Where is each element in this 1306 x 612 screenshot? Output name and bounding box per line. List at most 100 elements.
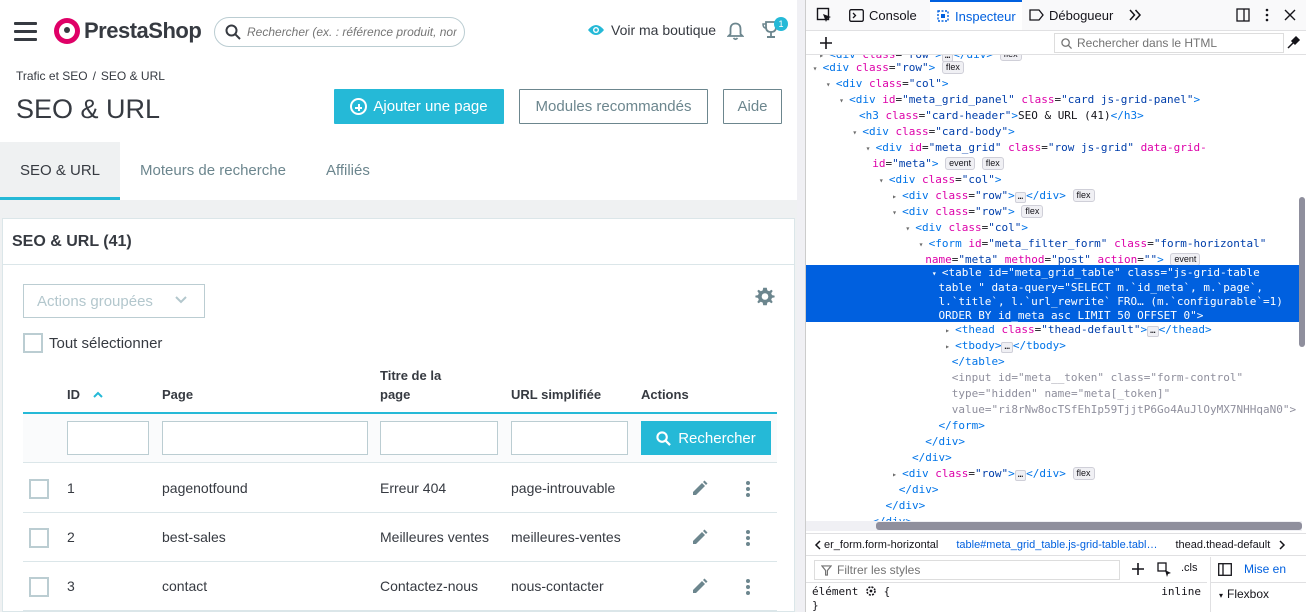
markup-line[interactable]: ▾ <div class="card-body"> (806, 124, 1302, 140)
admin-search-input[interactable] (247, 25, 457, 39)
markup-line[interactable]: ▸<div class="row">…</div> flex (806, 466, 1302, 482)
tab-inspector[interactable]: Inspecteur (930, 0, 1022, 30)
more-tools-chevron-icon[interactable] (1128, 0, 1142, 30)
markup-line[interactable]: </div> (806, 434, 1302, 450)
breadcrumb-node-form[interactable]: er_form.form-horizontal (824, 539, 938, 551)
table-row[interactable]: 2 best-sales Meilleures ventes meilleure… (23, 513, 777, 562)
gear-icon[interactable] (755, 287, 775, 312)
markup-line[interactable]: </div> (806, 450, 1302, 466)
more-vertical-icon[interactable] (744, 578, 752, 596)
markup-line[interactable]: ▾ <div class="row"> flex (806, 60, 1302, 76)
filter-page-input[interactable] (162, 421, 368, 455)
column-header-id[interactable]: ID (67, 385, 104, 404)
markup-line[interactable]: ▾ <div class="col"> (806, 220, 1302, 236)
filter-title-input[interactable] (380, 421, 498, 455)
more-vertical-icon[interactable] (744, 480, 752, 498)
search-button[interactable]: Rechercher (641, 421, 771, 455)
markup-line[interactable]: ▾ <div class="row"> flex (806, 204, 1302, 220)
markup-line[interactable]: ▾ <div id="meta_grid" class="row js-grid"… (806, 140, 1302, 156)
tab-affiliates[interactable]: Affiliés (306, 142, 390, 200)
breadcrumb-node-table[interactable]: table#meta_grid_table.js-grid-table.tabl… (956, 539, 1157, 551)
sort-ascending-icon[interactable] (92, 391, 104, 399)
chevron-left-icon[interactable] (814, 539, 822, 550)
tab-debugger[interactable]: Débogueur (1029, 0, 1113, 30)
admin-search-box[interactable] (214, 17, 465, 47)
column-header-page[interactable]: Page (162, 385, 193, 404)
table-row[interactable]: 1 pagenotfound Erreur 404 page-introuvab… (23, 464, 777, 513)
tab-search-engines[interactable]: Moteurs de recherche (120, 142, 306, 200)
cls-toggle[interactable]: .cls (1181, 562, 1198, 574)
markup-line[interactable]: </div> (806, 514, 1302, 521)
markup-line[interactable]: ▾ <div id="meta_grid_panel" class="card j… (806, 92, 1302, 108)
markup-line[interactable]: type="hidden" name="meta[_token]" (806, 386, 1302, 402)
markup-line[interactable]: ▾ <div class="col"> (806, 76, 1302, 92)
toggle-pseudo-classes-icon[interactable] (1157, 562, 1173, 578)
markup-line[interactable]: ▾ <div class="col"> (806, 172, 1302, 188)
markup-line[interactable]: id="meta"> event flex (806, 156, 1302, 172)
markup-line[interactable]: value="ri8rNw8ocTSfEhIp59TjjtP6Go4AuJlOy… (806, 402, 1302, 418)
markup-vertical-scrollbar[interactable] (1297, 55, 1306, 521)
markup-line[interactable]: ▾ <form id="meta_filter_form" class="form… (806, 236, 1302, 252)
filter-styles-box[interactable]: Filtrer les styles (814, 560, 1120, 580)
markup-line[interactable]: </form> (806, 418, 1302, 434)
menu-hamburger-icon[interactable] (14, 22, 37, 41)
element-picker-icon[interactable] (816, 0, 838, 30)
more-vertical-icon[interactable] (744, 529, 752, 547)
notifications-bell-icon[interactable] (726, 22, 745, 46)
markup-line[interactable]: <input id="meta__token" class="form-cont… (806, 370, 1302, 386)
add-rule-plus-icon[interactable] (1131, 562, 1145, 576)
markup-horizontal-scrollbar[interactable] (806, 521, 1302, 531)
prestashop-logo[interactable]: PrestaShop (54, 18, 202, 44)
edit-pencil-icon[interactable] (691, 578, 708, 595)
filter-id-input[interactable] (67, 421, 149, 455)
bulk-actions-dropdown[interactable]: Actions groupées (23, 284, 205, 318)
column-header-url[interactable]: URL simplifiée (511, 385, 601, 404)
devtools-splitter[interactable] (797, 0, 805, 612)
column-header-title[interactable]: Titre de la page (380, 366, 441, 404)
page-tabs: SEO & URL Moteurs de recherche Affiliés (0, 142, 390, 200)
eyedropper-icon[interactable] (1286, 35, 1301, 50)
markup-line[interactable]: </table> (806, 354, 1302, 370)
toggle-sidebar-icon[interactable] (1218, 563, 1232, 576)
help-button[interactable]: Aide (723, 89, 782, 124)
markup-line[interactable]: ▸ <thead class="thead-default">… </thead> (806, 322, 1302, 338)
view-shop-link[interactable]: Voir ma boutique (587, 22, 716, 38)
markup-line[interactable]: ▸<div class="row">…</div> flex (806, 188, 1302, 204)
row-checkbox[interactable] (29, 528, 49, 548)
checkbox[interactable] (23, 333, 43, 353)
markup-line-selected-table[interactable]: ▾ <table id="meta_grid_table" class="js-g… (806, 265, 1302, 322)
chevron-right-icon[interactable] (1278, 539, 1286, 550)
breadcrumb-item-traffic-seo[interactable]: Trafic et SEO (16, 69, 88, 83)
filter-url-input[interactable] (511, 421, 628, 455)
tab-seo-url[interactable]: SEO & URL (0, 142, 121, 200)
add-page-label: Ajouter une page (373, 98, 488, 115)
markup-line[interactable]: </div> (806, 498, 1302, 514)
table-row[interactable]: 3 contact Contactez-nous nous-contacter (23, 562, 777, 611)
breadcrumb-item-seo-url[interactable]: SEO & URL (101, 69, 165, 83)
markup-line[interactable]: <h3 class="card-header">SEO & URL (41)</… (806, 108, 1302, 124)
select-all-checkbox[interactable]: Tout sélectionner (23, 333, 162, 353)
markup-line[interactable]: ▸ <tbody>… </tbody> (806, 338, 1302, 354)
markup-line[interactable]: </div> (806, 482, 1302, 498)
markup-view[interactable]: ▸<div class="row">…</div> flex ▾<div cla… (806, 55, 1302, 521)
column-title-label-line2: page (380, 387, 411, 402)
row-checkbox[interactable] (29, 479, 49, 499)
breadcrumb-node-thead[interactable]: thead.thead-default (1176, 539, 1271, 551)
inspector-toolbar: Rechercher dans le HTML (806, 31, 1306, 55)
tab-layout[interactable]: Mise en (1244, 562, 1286, 576)
html-search-box[interactable]: Rechercher dans le HTML (1054, 33, 1284, 53)
options-menu-icon[interactable] (1260, 0, 1274, 30)
edit-pencil-icon[interactable] (691, 480, 708, 497)
flexbox-label: Flexbox (1227, 587, 1270, 601)
row-checkbox[interactable] (29, 577, 49, 597)
gear-icon[interactable] (865, 585, 877, 597)
close-devtools-icon[interactable] (1284, 0, 1296, 30)
flexbox-section[interactable]: ▾ Flexbox (1219, 587, 1269, 601)
dock-side-icon[interactable] (1236, 0, 1250, 30)
cell-url: page-introuvable (511, 480, 616, 496)
add-page-button[interactable]: Ajouter une page (334, 89, 504, 124)
recommended-modules-button[interactable]: Modules recommandés (519, 89, 708, 124)
add-node-plus-icon[interactable] (819, 36, 833, 50)
edit-pencil-icon[interactable] (691, 529, 708, 546)
tab-console[interactable]: Console (849, 0, 917, 30)
